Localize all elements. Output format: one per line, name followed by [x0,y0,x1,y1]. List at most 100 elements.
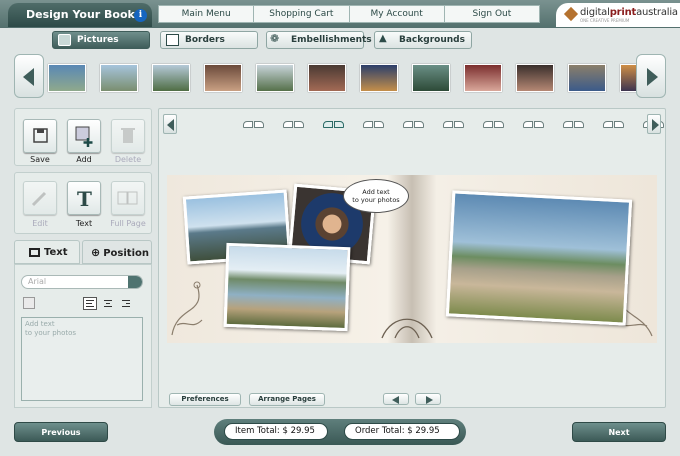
page-spread-icon[interactable] [323,121,345,129]
text-color-swatch[interactable] [23,297,35,309]
menu-my-account[interactable]: My Account [350,6,445,22]
book-designer-window: Design Your Book i Main Menu Shopping Ca… [0,0,680,456]
photo-bay-view[interactable] [223,242,351,332]
photo-thumbnail[interactable] [516,64,554,92]
footer-bar: Previous Item Total: $ 29.95 Order Total… [0,412,680,456]
tab-label: Borders [185,35,225,45]
page-spread-icon[interactable] [243,121,265,129]
pages-prev-button[interactable] [163,114,177,134]
page-spread-icon[interactable] [283,121,305,129]
full-page-button[interactable] [111,181,145,215]
page-spread-icon[interactable] [403,121,425,129]
photo-thumbnail[interactable] [48,64,86,92]
brand-logo: digitalprintaustralia ONE CREATIVE PREMI… [556,3,680,27]
font-select-value: Arial [28,277,47,286]
left-panel: Save Add Delete Edit T Text Full Page Te… [14,108,152,408]
tab-position[interactable]: ⊕ Position [82,240,152,264]
item-total: Item Total: $ 29.95 [224,423,328,440]
text-tool-label: Text [75,219,93,228]
page-spread-icon[interactable] [363,121,385,129]
text-bubble[interactable]: Add text to your photos [343,179,409,213]
main-menu-bar: Main Menu Shopping Cart My Account Sign … [158,5,540,23]
page-spread-icon[interactable] [523,121,545,129]
arrange-pages-button[interactable]: Arrange Pages [249,393,325,406]
arrow-left-icon [167,119,174,131]
tab-label: Pictures [77,35,119,45]
tab-position-label: Position [103,248,149,259]
logo-tagline: ONE CREATIVE PREMIUM [580,18,630,23]
photo-thumbnail[interactable] [568,64,606,92]
preferences-button[interactable]: Preferences [169,393,241,406]
info-icon[interactable]: i [134,9,147,22]
save-button[interactable] [23,119,57,153]
page-spread-icon[interactable] [563,121,585,129]
tab-embellishments[interactable]: ❁ Embellishments [266,31,372,49]
strip-next-button[interactable] [636,54,666,98]
text-input-area[interactable]: Add text to your photos [21,317,143,401]
picture-icon [58,34,71,46]
photo-thumbnail[interactable] [360,64,398,92]
arrow-left-icon [392,396,399,404]
font-select[interactable]: Arial [21,275,143,289]
spread-prev-button[interactable] [383,393,409,405]
book-spread-canvas[interactable]: Add text to your photos [167,175,657,343]
tab-borders[interactable]: Borders [160,31,258,49]
spread-next-button[interactable] [415,393,441,405]
page-spread-icon[interactable] [603,121,625,129]
edit-button[interactable] [23,181,57,215]
align-right-button[interactable] [119,297,133,310]
mountain-icon: ▲ [379,33,387,44]
menu-sign-out[interactable]: Sign Out [445,6,539,22]
brush-icon [31,191,47,207]
arrow-right-icon [426,396,433,404]
arrow-left-icon [23,68,34,86]
photo-thumbnail[interactable] [256,64,294,92]
photo-thumbnail[interactable] [204,64,242,92]
tab-text[interactable]: Text [14,240,80,264]
photo-thumbnail[interactable] [308,64,346,92]
butterfly-icon: ❁ [270,32,280,45]
text-tool-button[interactable]: T [67,181,101,215]
page-navigator [163,113,664,135]
delete-button[interactable] [111,119,145,153]
thumbnail-strip [0,52,680,104]
align-center-button[interactable] [101,297,115,310]
dropdown-arrow-icon[interactable] [128,276,142,288]
menu-main-menu[interactable]: Main Menu [159,6,255,22]
add-button[interactable] [67,119,101,153]
text-properties-panel: Arial Add text to your photos [14,264,152,408]
page-spread-icon[interactable] [443,121,465,129]
tab-label: Embellishments [291,35,372,45]
tab-label: Backgrounds [399,35,465,45]
arrow-right-icon [647,68,658,86]
tab-backgrounds[interactable]: ▲ Backgrounds [374,31,472,49]
add-label: Add [76,155,92,164]
logo-diamond-icon [563,6,579,22]
strip-prev-button[interactable] [14,54,44,98]
align-left-button[interactable] [83,297,97,310]
previous-button[interactable]: Previous [14,422,108,442]
text-panel-tabs: Text ⊕ Position [14,240,152,264]
photo-thumbnail[interactable] [464,64,502,92]
add-photo-icon [75,126,93,147]
logo-text: digitalprintaustralia [580,7,678,18]
photo-beach-landscape[interactable] [445,190,633,326]
photo-thumbnail[interactable] [152,64,190,92]
photo-thumbnail[interactable] [412,64,450,92]
tab-text-label: Text [44,247,68,258]
svg-text:T: T [77,187,92,211]
pages-next-button[interactable] [647,114,661,134]
swirl-decoration-left [171,281,203,336]
top-bar: Design Your Book i Main Menu Shopping Ca… [0,0,680,28]
page-spread-icon[interactable] [483,121,505,129]
tab-pictures[interactable]: Pictures [52,31,150,49]
menu-shopping-cart[interactable]: Shopping Cart [254,6,350,22]
photo-thumbnail[interactable] [100,64,138,92]
next-button[interactable]: Next [572,422,666,442]
crosshair-icon: ⊕ [91,246,101,259]
swirl-decoration-center [381,318,433,339]
edit-tools: Edit T Text Full Page [14,172,152,234]
full-page-label: Full Page [110,219,146,228]
book-icon [117,191,138,205]
trash-icon [121,128,135,143]
